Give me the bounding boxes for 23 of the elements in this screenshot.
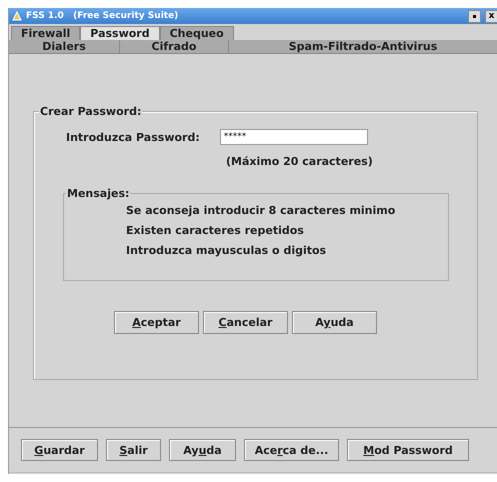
group-title: Crear Password: [39, 105, 142, 118]
window-title: FSS 1.0 (Free Security Suite) [26, 11, 178, 21]
toolbar-button[interactable]: Salir [106, 439, 161, 461]
message-text: Existen caracteres repetidos [126, 224, 305, 237]
toolbar-button[interactable]: Acerca de... [244, 439, 339, 461]
password-label: Introduzca Password: [66, 130, 200, 144]
tab[interactable]: Chequeo [160, 26, 234, 40]
hint-text: (Máximo 20 caracteres) [226, 155, 374, 168]
close-button[interactable]: x [485, 10, 497, 22]
group-title: Mensajes: [66, 187, 130, 200]
toolbar-button[interactable]: Guardar [21, 439, 98, 461]
message-text: Introduzca mayusculas o digitos [126, 244, 328, 257]
message-text: Se aconseja introducir 8 caracteres minimo [126, 204, 396, 217]
toolbar-button[interactable]: Mod Password [347, 439, 469, 461]
dialog-button[interactable]: Ayuda [292, 311, 377, 334]
toolbar-button[interactable]: Ayuda [169, 439, 236, 461]
password-field[interactable]: ***** [220, 129, 368, 145]
app-icon [12, 11, 22, 21]
dialog-button[interactable]: Aceptar [114, 311, 199, 334]
dialog-button[interactable]: Cancelar [203, 311, 288, 334]
maximize-button[interactable] [468, 10, 481, 22]
tab[interactable]: Password [80, 26, 160, 40]
tab[interactable]: Firewall [11, 26, 80, 40]
